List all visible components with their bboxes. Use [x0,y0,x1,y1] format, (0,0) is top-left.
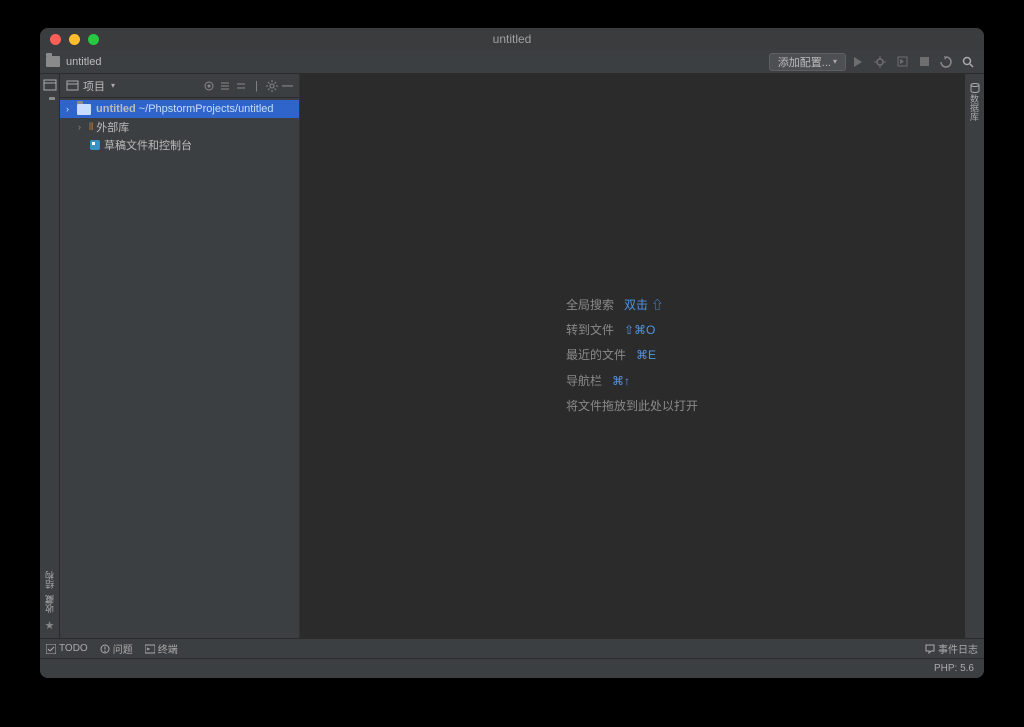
event-log-icon [925,644,935,654]
tree-root-path: ~/PhpstormProjects/untitled [139,103,274,115]
settings-icon[interactable] [266,80,278,92]
todo-icon [46,644,56,654]
todo-tool-tab[interactable]: TODO [46,643,88,654]
stop-button[interactable] [916,54,932,70]
minimize-window-button[interactable] [69,34,80,45]
favorites-tool-tab[interactable]: 收藏 [43,595,56,613]
tip-navbar-label: 导航栏 [566,369,602,394]
warning-icon [100,644,110,654]
ide-window: untitled untitled 添加配置... ▾ [40,28,984,678]
folder-icon [77,104,91,115]
tree-root-name: untitled [96,103,136,115]
terminal-icon [145,644,155,654]
window-title: untitled [40,32,984,46]
terminal-tool-tab[interactable]: 终端 [145,641,178,656]
status-bar: PHP: 5.6 [40,658,984,678]
breadcrumb-project: untitled [66,56,101,68]
search-everywhere-button[interactable] [960,54,976,70]
chevron-down-icon: ▾ [833,57,837,66]
tip-drop-hint: 将文件拖放到此处以打开 [566,394,698,419]
project-folder-tab[interactable] [49,100,51,112]
editor-area[interactable]: 全局搜索 双击 ⇧ 转到文件 ⇧⌘O 最近的文件 ⌘E 导航栏 ⌘↑ [300,74,964,638]
favorites-star-icon: ★ [45,619,55,632]
php-version-status[interactable]: PHP: 5.6 [934,663,974,674]
tree-item-label: 外部库 [96,119,129,135]
tip-gotofile-label: 转到文件 [566,318,614,343]
bottom-tool-tabs: TODO 问题 终端 事件日志 [40,638,984,658]
tip-recent-label: 最近的文件 [566,343,626,368]
chevron-right-icon: › [66,104,74,114]
select-opened-file-icon[interactable] [203,80,215,92]
tree-root-project[interactable]: › untitled ~/PhpstormProjects/untitled [60,100,299,118]
expand-all-icon[interactable] [219,80,231,92]
traffic-lights [40,34,99,45]
collapse-all-icon[interactable] [235,80,247,92]
structure-tool-tab[interactable]: 结构 [43,571,56,589]
project-tool-tab[interactable] [43,78,57,92]
debug-button[interactable] [872,54,888,70]
project-view-icon [66,79,79,92]
database-tool-tab[interactable]: 数据库 [968,94,981,121]
close-window-button[interactable] [50,34,61,45]
chevron-right-icon: › [78,122,86,132]
tip-recent-shortcut: ⌘E [636,343,656,368]
project-tree[interactable]: › untitled ~/PhpstormProjects/untitled ›… [60,98,299,638]
left-tool-gutter: 结构 收藏 ★ [40,74,60,638]
problems-tool-tab[interactable]: 问题 [100,641,133,656]
scratch-icon [89,139,101,151]
tree-scratches[interactable]: › 草稿文件和控制台 [60,136,299,154]
run-configuration-selector[interactable]: 添加配置... ▾ [769,53,846,71]
editor-empty-tips: 全局搜索 双击 ⇧ 转到文件 ⇧⌘O 最近的文件 ⌘E 导航栏 ⌘↑ [566,293,698,419]
tip-search-shortcut: 双击 ⇧ [624,293,663,318]
chevron-down-icon[interactable]: ▾ [111,81,115,90]
project-sidebar-header: 项目 ▾ | — [60,74,299,98]
update-project-button[interactable] [938,54,954,70]
right-tool-gutter: 数据库 [964,74,984,638]
run-button[interactable] [850,54,866,70]
tip-search-label: 全局搜索 [566,293,614,318]
library-icon: ⫴ [89,122,93,133]
maximize-window-button[interactable] [88,34,99,45]
project-sidebar: 项目 ▾ | — [60,74,300,638]
tree-external-libraries[interactable]: › ⫴ 外部库 [60,118,299,136]
hide-tool-window-icon[interactable]: — [282,80,293,92]
project-sidebar-title[interactable]: 项目 [83,78,105,94]
event-log-tool-tab[interactable]: 事件日志 [925,641,978,656]
tip-gotofile-shortcut: ⇧⌘O [624,318,655,343]
run-with-coverage-button[interactable] [894,54,910,70]
navigation-bar: untitled 添加配置... ▾ [40,50,984,74]
tree-item-label: 草稿文件和控制台 [104,137,192,153]
folder-icon [46,56,60,67]
breadcrumb[interactable]: untitled [46,56,101,68]
tip-navbar-shortcut: ⌘↑ [612,369,630,394]
database-tool-icon[interactable] [969,82,981,94]
titlebar: untitled [40,28,984,50]
